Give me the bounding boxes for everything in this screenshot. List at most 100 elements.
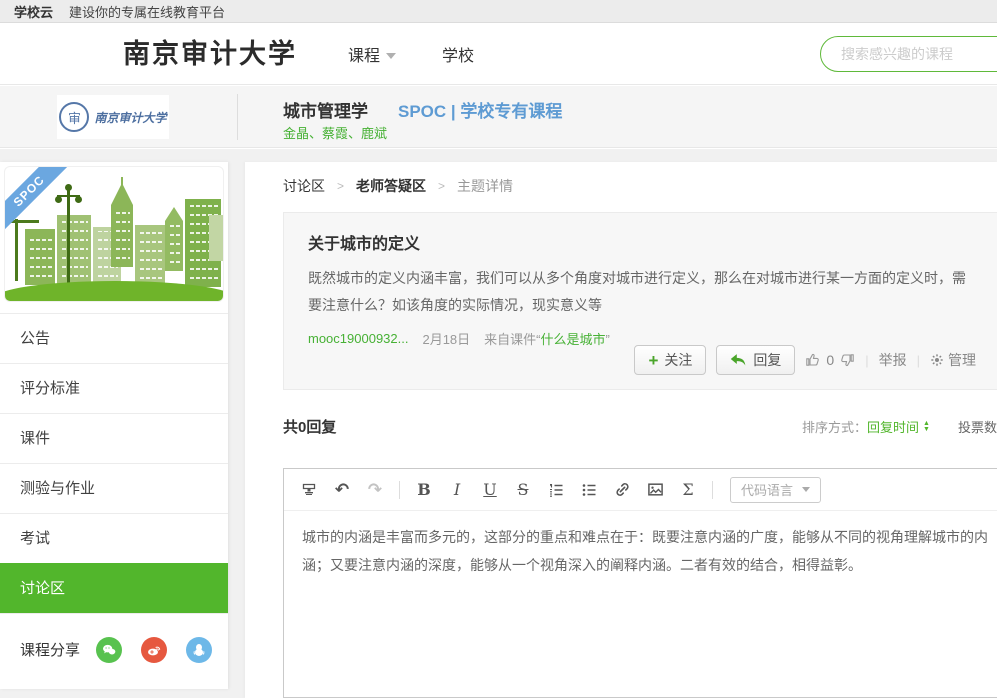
reply-button[interactable]: 回复 xyxy=(716,345,795,375)
topbar: 学校云 建设你的专属在线教育平台 xyxy=(0,0,997,23)
course-type-badge: SPOC | 学校专有课程 xyxy=(398,97,562,122)
course-teachers: 金晶、蔡霞、鹿斌 xyxy=(283,123,387,142)
main-nav: 课程 学校 xyxy=(348,23,474,85)
skyline-tower xyxy=(111,205,133,267)
skyline-building xyxy=(25,229,55,285)
breadcrumb-separator: > xyxy=(337,179,344,193)
image-icon[interactable] xyxy=(646,480,664,500)
bullet-list-icon[interactable] xyxy=(580,480,598,500)
chevron-down-icon xyxy=(386,53,396,59)
post-author-link[interactable]: mooc19000932... xyxy=(308,331,408,346)
lamp-head xyxy=(75,196,82,203)
strikethrough-icon[interactable]: S xyxy=(514,480,532,500)
chevron-down-icon xyxy=(802,487,810,492)
course-sidebar: SPOC 公告 评分标准 课件 测验与作业 考试 讨论区 课程分享 xyxy=(0,162,228,689)
breadcrumb-separator: > xyxy=(438,179,445,193)
sort-by-votes[interactable]: 投票数 xyxy=(958,417,997,436)
breadcrumb-current: 主题详情 xyxy=(457,176,513,196)
post-body: 既然城市的定义内涵丰富，我们可以从多个角度对城市进行定义，那么在对城市进行某一方… xyxy=(308,265,978,319)
underline-icon[interactable]: U xyxy=(481,480,499,500)
skyline-spire-tip xyxy=(121,177,123,189)
code-language-label: 代码语言 xyxy=(741,480,793,499)
post-date: 2月18日 xyxy=(422,329,470,348)
reply-count: 共0回复 xyxy=(283,416,336,437)
main-content: 讨论区 > 老师答疑区 > 主题详情 关于城市的定义 既然城市的定义内涵丰富，我… xyxy=(245,162,997,698)
sort-label: 排序方式： xyxy=(802,417,867,436)
bold-icon[interactable]: B xyxy=(415,480,433,500)
sidebar-item-quizzes[interactable]: 测验与作业 xyxy=(0,463,228,513)
share-label: 课程分享 xyxy=(20,639,80,660)
reply-editor: ↶ ↷ B I U S Σ xyxy=(283,468,997,698)
nav-item-school[interactable]: 学校 xyxy=(442,42,474,66)
skyline-building xyxy=(135,225,165,287)
sidebar-menu: 公告 评分标准 课件 测验与作业 考试 讨论区 xyxy=(0,313,228,613)
editor-toolbar: ↶ ↷ B I U S Σ xyxy=(284,469,997,511)
like-count: 0 xyxy=(826,352,834,368)
manage-link[interactable]: 管理 xyxy=(930,350,976,370)
nav-item-label: 课程 xyxy=(348,42,380,66)
replies-header: 共0回复 排序方式： 回复时间 ▲▼ 投票数 xyxy=(283,416,997,437)
divider: | xyxy=(917,353,920,368)
follow-button-label: 关注 xyxy=(664,350,692,370)
code-language-dropdown[interactable]: 代码语言 xyxy=(730,477,821,503)
course-name: 城市管理学 xyxy=(283,97,368,122)
course-share-row: 课程分享 xyxy=(0,613,228,685)
site-header: 南京审计大学 课程 学校 xyxy=(0,23,997,85)
like-controls: 0 xyxy=(805,352,855,368)
university-logo: 审 南京审计大学 xyxy=(57,95,169,139)
weibo-share-icon[interactable] xyxy=(141,637,167,663)
nav-item-courses[interactable]: 课程 xyxy=(348,42,396,66)
search-input[interactable] xyxy=(820,36,997,72)
sidebar-item-label: 评分标准 xyxy=(20,380,80,397)
skyline-ground xyxy=(4,281,224,302)
sidebar-item-forum[interactable]: 讨论区 xyxy=(0,563,228,613)
thumb-down-icon[interactable] xyxy=(839,352,855,368)
sort-by-reply-time[interactable]: 回复时间 ▲▼ xyxy=(867,417,930,436)
platform-brand[interactable]: 学校云 xyxy=(14,2,53,21)
course-banner: 审 南京审计大学 城市管理学 SPOC | 学校专有课程 金晶、蔡霞、鹿斌 xyxy=(0,86,997,148)
qq-share-icon[interactable] xyxy=(186,637,212,663)
sort-controls: 排序方式： 回复时间 ▲▼ 投票数 xyxy=(802,417,997,436)
sidebar-item-label: 测验与作业 xyxy=(20,480,95,497)
post-source-prefix: 来自课件“ xyxy=(484,332,540,347)
sidebar-item-label: 讨论区 xyxy=(20,580,65,597)
university-logo-text: 南京审计大学 xyxy=(94,109,166,126)
sidebar-item-courseware[interactable]: 课件 xyxy=(0,413,228,463)
course-title-row: 城市管理学 SPOC | 学校专有课程 xyxy=(283,97,562,122)
platform-slogan: 建设你的专属在线教育平台 xyxy=(69,2,225,21)
ordered-list-icon[interactable] xyxy=(547,480,565,500)
divider xyxy=(399,481,400,499)
sort-arrows-icon: ▲▼ xyxy=(923,421,930,433)
undo-icon[interactable]: ↶ xyxy=(333,480,351,500)
page: 学校云 建设你的专属在线教育平台 南京审计大学 课程 学校 审 南京审计大学 城… xyxy=(0,0,997,698)
sidebar-item-announcements[interactable]: 公告 xyxy=(0,313,228,363)
lamp-head xyxy=(55,196,62,203)
formula-icon[interactable]: Σ xyxy=(679,480,697,500)
skyline-building xyxy=(57,215,91,285)
sidebar-item-label: 公告 xyxy=(20,330,50,347)
wechat-share-icon[interactable] xyxy=(96,637,122,663)
follow-button[interactable]: + 关注 xyxy=(634,345,706,375)
post-source-link[interactable]: 什么是城市 xyxy=(541,332,606,347)
skyline-tower xyxy=(165,221,183,271)
breadcrumb-forum[interactable]: 讨论区 xyxy=(283,176,325,196)
redo-icon[interactable]: ↷ xyxy=(366,480,384,500)
post-source-suffix: ” xyxy=(606,332,610,347)
divider xyxy=(237,94,238,140)
lamp-post xyxy=(67,189,70,289)
breadcrumb-teacher-qa[interactable]: 老师答疑区 xyxy=(356,176,426,196)
thumb-up-icon[interactable] xyxy=(805,352,821,368)
post-source: 来自课件“什么是城市” xyxy=(484,329,610,348)
link-icon[interactable] xyxy=(613,480,631,500)
format-brush-icon[interactable] xyxy=(300,480,318,500)
report-link[interactable]: 举报 xyxy=(879,350,907,370)
sidebar-item-exams[interactable]: 考试 xyxy=(0,513,228,563)
divider: | xyxy=(865,353,868,368)
school-title: 南京审计大学 xyxy=(123,23,297,85)
sidebar-item-grading[interactable]: 评分标准 xyxy=(0,363,228,413)
italic-icon[interactable]: I xyxy=(448,480,466,500)
reply-button-label: 回复 xyxy=(753,350,781,370)
divider xyxy=(712,481,713,499)
editor-content[interactable]: 城市的内涵是丰富而多元的，这部分的重点和难点在于：既要注意内涵的广度，能够从不同… xyxy=(284,511,997,671)
reply-arrow-icon xyxy=(730,353,747,367)
